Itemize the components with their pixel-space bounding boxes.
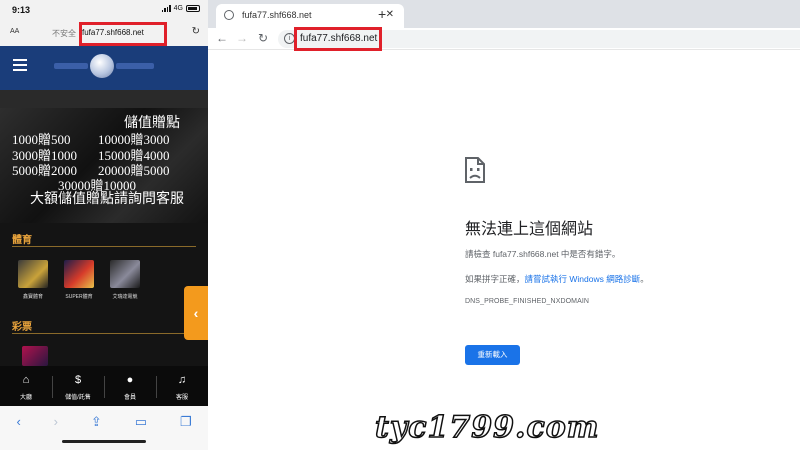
suggestion-prefix: 如果拼字正確， bbox=[465, 274, 525, 284]
game-tile[interactable]: SUPER體育 bbox=[64, 260, 94, 300]
nav-item-service[interactable]: ♫ 客服 bbox=[156, 366, 208, 406]
banner-line: 3000贈1000 bbox=[12, 148, 78, 163]
nav-separator bbox=[104, 376, 105, 398]
game-tile[interactable]: 艾瑞達電競 bbox=[110, 260, 140, 300]
side-drawer-toggle[interactable]: ‹ bbox=[184, 286, 208, 340]
safari-toolbar: ‹ › ⇪ ▭ ❐ bbox=[0, 406, 208, 450]
not-secure-label: 不安全 bbox=[52, 29, 76, 38]
error-code: DNS_PROBE_FINISHED_NXDOMAIN bbox=[465, 298, 590, 305]
network-diagnostics-link[interactable]: 請嘗試執行 Windows 網路診斷 bbox=[525, 274, 641, 284]
forward-arrow-icon[interactable]: → bbox=[236, 31, 248, 45]
nav-item-deposit[interactable]: $ 儲值/託售 bbox=[52, 366, 104, 406]
share-icon[interactable]: ⇪ bbox=[91, 406, 102, 450]
game-label: 鑫寶體育 bbox=[22, 294, 43, 300]
nav-separator bbox=[52, 376, 53, 398]
battery-icon bbox=[186, 5, 200, 12]
signal-icon bbox=[161, 5, 171, 12]
user-icon: ● bbox=[126, 374, 134, 386]
money-icon: $ bbox=[74, 374, 82, 386]
suggestion-suffix: 。 bbox=[640, 274, 649, 284]
site-logo[interactable] bbox=[52, 54, 157, 82]
network-type: 4G bbox=[173, 5, 183, 12]
close-icon[interactable]: ✕ bbox=[386, 9, 394, 20]
nav-label: 大廳 bbox=[19, 395, 32, 401]
game-thumbnail bbox=[64, 260, 94, 288]
banner-line: 5000贈2000 bbox=[12, 163, 78, 178]
banner-line: 30000贈10000 bbox=[58, 178, 137, 193]
error-title: 無法連上這個網站 bbox=[465, 221, 594, 238]
home-icon: ⌂ bbox=[22, 374, 30, 386]
desktop-browser: fufa77.shf668.net ✕ + ← → ↻ i fufa77.shf… bbox=[208, 0, 800, 450]
nav-label: 儲值/託售 bbox=[65, 395, 91, 401]
header-divider bbox=[0, 90, 208, 108]
nav-label: 客服 bbox=[175, 395, 188, 401]
forward-icon[interactable]: › bbox=[54, 406, 58, 450]
site-header bbox=[0, 46, 208, 90]
reload-button[interactable]: 重新載入 bbox=[465, 345, 520, 365]
section-divider bbox=[12, 333, 196, 334]
tabs-icon[interactable]: ❐ bbox=[180, 406, 192, 450]
nav-label: 會員 bbox=[123, 395, 136, 401]
banner-line: 10000贈3000 bbox=[98, 132, 170, 147]
bookmarks-icon[interactable]: ▭ bbox=[135, 406, 147, 450]
sad-page-icon bbox=[465, 157, 485, 183]
game-thumbnail bbox=[110, 260, 140, 288]
mobile-screenshot: 9:13 4G AA 不安全 fufa77.shf668.net ↻ 儲值贈點 … bbox=[0, 0, 208, 450]
banner-line: 1000贈500 bbox=[12, 132, 71, 147]
game-thumbnail bbox=[18, 260, 48, 288]
nav-item-member[interactable]: ● 會員 bbox=[104, 366, 156, 406]
status-indicators: 4G bbox=[161, 5, 200, 12]
back-arrow-icon[interactable]: ← bbox=[216, 31, 228, 45]
status-bar: 9:13 4G bbox=[0, 0, 208, 20]
section-title-lottery: 彩票 bbox=[12, 322, 32, 333]
error-suggestion: 如果拼字正確，請嘗試執行 Windows 網路診斷。 bbox=[465, 273, 649, 285]
lottery-thumbnail[interactable] bbox=[22, 346, 48, 366]
nav-item-lobby[interactable]: ⌂ 大廳 bbox=[0, 366, 52, 406]
banner-cta: 大額儲值贈點請詢問客服 bbox=[30, 192, 184, 207]
menu-icon[interactable] bbox=[13, 59, 27, 71]
section-title-sports: 體育 bbox=[12, 235, 32, 246]
section-divider bbox=[12, 246, 196, 247]
browser-tab[interactable]: fufa77.shf668.net ✕ bbox=[216, 4, 404, 28]
globe-icon bbox=[224, 10, 234, 20]
status-time: 9:13 bbox=[12, 5, 31, 15]
chevron-left-icon: ‹ bbox=[193, 305, 199, 321]
game-tile[interactable]: 鑫寶體育 bbox=[18, 260, 48, 300]
reader-aa-button[interactable]: AA bbox=[10, 28, 19, 35]
error-message: 請檢查 fufa77.shf668.net 中是否有錯字。 bbox=[465, 249, 621, 259]
watermark: tyc1799.com bbox=[374, 409, 600, 446]
url-highlight-box bbox=[294, 27, 382, 51]
nav-separator bbox=[156, 376, 157, 398]
tab-strip: fufa77.shf668.net ✕ + bbox=[208, 0, 800, 28]
banner-line: 20000贈5000 bbox=[98, 163, 170, 178]
headset-icon: ♫ bbox=[177, 374, 187, 386]
reload-icon[interactable]: ↻ bbox=[192, 26, 200, 37]
new-tab-button[interactable]: + bbox=[378, 6, 386, 22]
reload-icon[interactable]: ↻ bbox=[258, 31, 268, 45]
url-highlight-box bbox=[79, 22, 167, 46]
banner-title: 儲值贈點 bbox=[124, 116, 180, 131]
home-indicator bbox=[62, 440, 146, 443]
game-label: SUPER體育 bbox=[65, 294, 93, 300]
tab-title: fufa77.shf668.net bbox=[242, 10, 312, 20]
banner-line: 15000贈4000 bbox=[98, 148, 170, 163]
promo-banner[interactable]: 儲值贈點 1000贈500 10000贈3000 3000贈1000 15000… bbox=[0, 108, 208, 223]
game-label: 艾瑞達電競 bbox=[112, 294, 138, 300]
back-icon[interactable]: ‹ bbox=[16, 406, 20, 450]
mobile-bottom-nav: ⌂ 大廳 $ 儲值/託售 ● 會員 ♫ 客服 bbox=[0, 366, 208, 406]
